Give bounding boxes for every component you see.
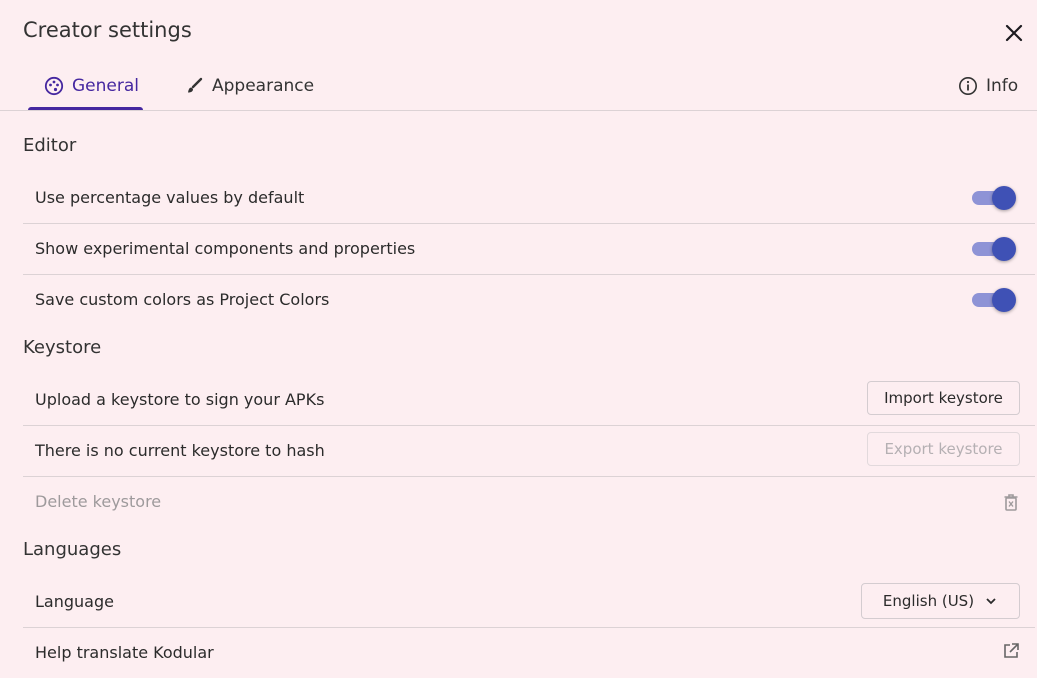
import-keystore-button[interactable]: Import keystore xyxy=(867,381,1020,415)
toggle-knob xyxy=(992,288,1016,312)
palette-icon xyxy=(44,76,64,96)
brush-icon xyxy=(188,77,203,93)
open-external-button[interactable] xyxy=(1001,641,1021,661)
percentage-toggle[interactable] xyxy=(972,186,1018,210)
tab-info[interactable]: Info xyxy=(958,64,1018,108)
keystore-delete-row: Delete keystore xyxy=(23,477,1035,527)
setting-label: Save custom colors as Project Colors xyxy=(35,290,330,309)
tab-appearance-label: Appearance xyxy=(212,76,315,96)
tab-appearance[interactable]: Appearance xyxy=(184,64,314,108)
editor-section-title: Editor xyxy=(23,135,77,156)
setting-label: There is no current keystore to hash xyxy=(35,441,325,460)
dialog-title: Creator settings xyxy=(23,18,192,42)
keystore-section-title: Keystore xyxy=(23,337,102,358)
toggle-knob xyxy=(992,237,1016,261)
setting-label: Help translate Kodular xyxy=(35,643,214,662)
language-select[interactable]: English (US) xyxy=(861,583,1020,619)
setting-row-project-colors: Save custom colors as Project Colors xyxy=(23,275,1035,325)
tab-general[interactable]: General xyxy=(44,64,139,108)
experimental-toggle[interactable] xyxy=(972,237,1018,261)
tab-general-label: General xyxy=(72,76,139,96)
setting-label: Upload a keystore to sign your APKs xyxy=(35,390,325,409)
setting-label: Use percentage values by default xyxy=(35,188,305,207)
language-select-value: English (US) xyxy=(882,592,975,610)
tab-info-label: Info xyxy=(986,76,1019,96)
tab-bar: General Appearance Info xyxy=(0,64,1037,111)
export-keystore-button[interactable]: Export keystore xyxy=(867,432,1020,466)
keystore-upload-row: Upload a keystore to sign your APKs Impo… xyxy=(23,375,1035,426)
setting-label: Show experimental components and propert… xyxy=(35,239,416,258)
languages-section-title: Languages xyxy=(23,539,122,560)
close-icon xyxy=(1005,24,1023,42)
keystore-hash-row: There is no current keystore to hash Exp… xyxy=(23,426,1035,477)
external-link-icon xyxy=(1004,643,1019,658)
project-colors-toggle[interactable] xyxy=(972,288,1018,312)
language-row: Language English (US) xyxy=(23,577,1035,628)
setting-row-experimental: Show experimental components and propert… xyxy=(23,224,1035,275)
translate-row[interactable]: Help translate Kodular xyxy=(23,628,1035,678)
trash-icon xyxy=(1004,494,1018,511)
close-button[interactable] xyxy=(1001,20,1027,46)
chevron-down-icon xyxy=(986,598,996,605)
active-tab-indicator xyxy=(28,107,143,110)
toggle-knob xyxy=(992,186,1016,210)
setting-label: Language xyxy=(35,592,114,611)
delete-keystore-button[interactable] xyxy=(1001,492,1021,512)
info-icon xyxy=(959,77,977,95)
setting-row-percentage: Use percentage values by default xyxy=(23,173,1035,224)
setting-label: Delete keystore xyxy=(35,492,162,511)
